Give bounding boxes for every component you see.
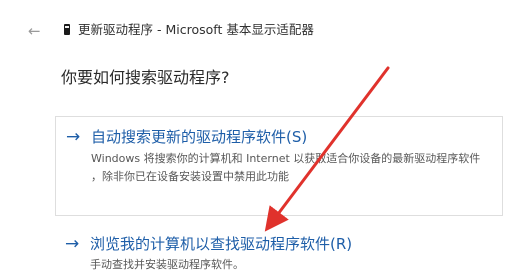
- option-auto-search-desc-1: Windows 将搜索你的计算机和 Internet 以获取适合你设备的最新驱动…: [91, 152, 481, 165]
- window-title: 更新驱动程序 - Microsoft 基本显示适配器: [78, 22, 314, 37]
- window-header: ← 更新驱动程序 - Microsoft 基本显示适配器: [0, 0, 518, 60]
- option-auto-search[interactable]: → 自动搜索更新的驱动程序软件(S) Windows 将搜索你的计算机和 Int…: [55, 116, 503, 216]
- option-auto-search-title[interactable]: 自动搜索更新的驱动程序软件(S): [91, 127, 307, 147]
- option-browse-computer-title[interactable]: 浏览我的计算机以查找驱动程序软件(R): [90, 234, 352, 254]
- device-icon: [64, 24, 70, 35]
- option-browse-computer-desc: 手动查找并安装驱动程序软件。: [90, 258, 244, 271]
- arrow-right-icon: →: [65, 234, 80, 254]
- option-browse-computer[interactable]: → 浏览我的计算机以查找驱动程序软件(R) 手动查找并安装驱动程序软件。: [55, 226, 503, 276]
- page-question: 你要如何搜索驱动程序?: [61, 68, 230, 87]
- option-auto-search-desc-2: ，除非你已在设备安装设置中禁用此功能: [91, 170, 289, 183]
- arrow-right-icon: →: [66, 127, 81, 147]
- back-arrow-icon[interactable]: ←: [28, 21, 48, 41]
